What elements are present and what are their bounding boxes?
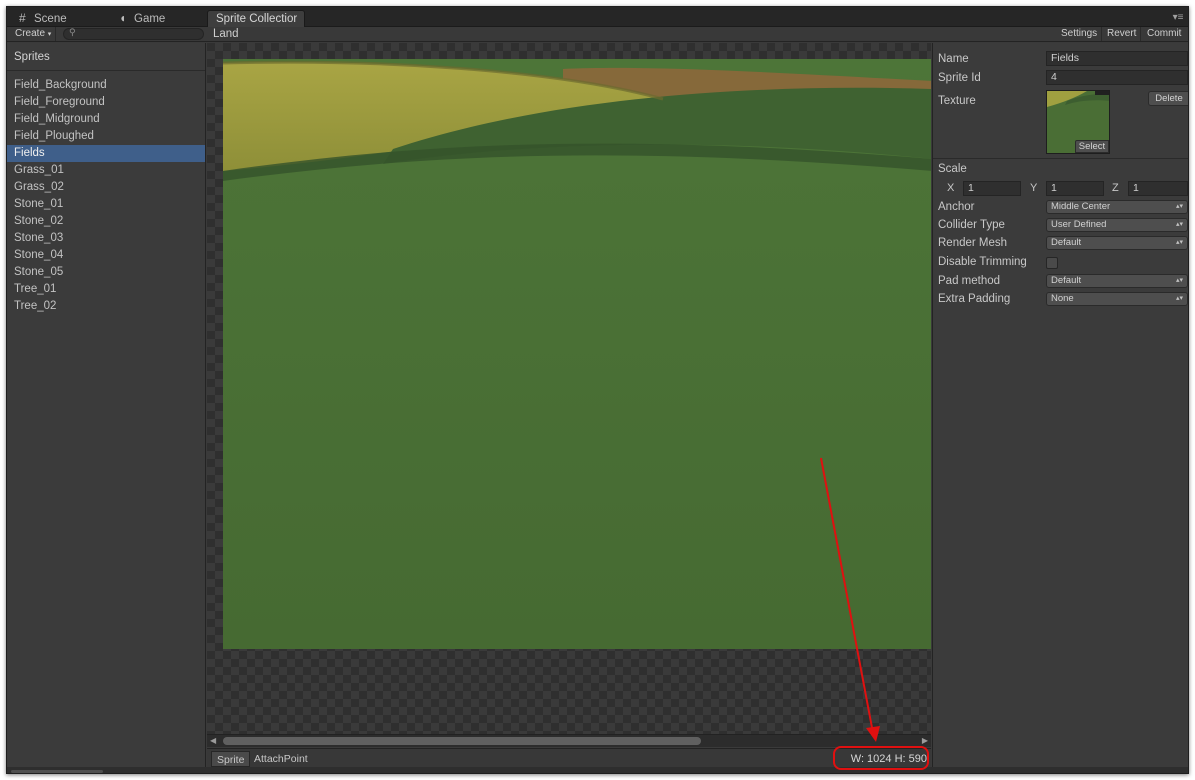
sprite-image [223, 59, 931, 649]
pad-method-row: Pad method Default ▴▾ [938, 273, 1188, 290]
tab-scene[interactable]: # Scene [11, 10, 101, 27]
scale-x-field[interactable]: 1 [963, 181, 1021, 196]
pacman-icon: ◖ [119, 11, 127, 25]
inspector-panel: Name Fields Sprite Id 4 Texture Select D… [932, 43, 1188, 773]
render-mesh-label: Render Mesh [938, 237, 1008, 249]
select-texture-button[interactable]: Select [1075, 140, 1109, 153]
anchor-row: Anchor Middle Center ▴▾ [938, 199, 1188, 216]
dropdown-arrows-icon: ▴▾ [1175, 295, 1183, 302]
scale-x-label: X [947, 182, 955, 194]
sprite-list: Field_Background Field_Foreground Field_Mi… [7, 77, 205, 315]
sprite-list-item[interactable]: Fields [7, 145, 205, 162]
texture-thumbnail[interactable]: Select [1046, 90, 1110, 154]
sprites-panel: Sprites Field_Background Field_Foreground… [7, 43, 206, 773]
divider [933, 158, 1188, 159]
extra-padding-dropdown[interactable]: None ▴▾ [1046, 292, 1188, 306]
dropdown-arrows-icon: ▴▾ [1175, 277, 1183, 284]
delete-button[interactable]: Delete [1148, 91, 1188, 106]
disable-trimming-checkbox[interactable] [1046, 257, 1058, 269]
sprite-id-field[interactable]: 4 [1046, 70, 1188, 85]
name-row: Name Fields [938, 51, 1188, 68]
dropdown-arrows-icon: ▴▾ [1175, 221, 1183, 228]
anchor-dropdown[interactable]: Middle Center ▴▾ [1046, 200, 1188, 214]
sprite-id-row: Sprite Id 4 [938, 70, 1188, 87]
extra-padding-row: Extra Padding None ▴▾ [938, 291, 1188, 308]
sprite-preview[interactable] [207, 43, 931, 743]
render-mesh-dropdown[interactable]: Default ▴▾ [1046, 236, 1188, 250]
sprite-id-label: Sprite Id [938, 72, 981, 84]
breadcrumb: Land [213, 28, 239, 40]
chevron-down-icon: ▾ [47, 31, 52, 38]
sprite-list-item[interactable]: Grass_01 [7, 162, 205, 179]
tab-sprite[interactable]: Sprite [211, 751, 251, 767]
scale-z-field[interactable]: 1 [1128, 181, 1188, 196]
scroll-left-icon[interactable]: ◀ [210, 735, 216, 747]
tab-menu-icon[interactable]: ▾≡ [1171, 13, 1185, 23]
dropdown-arrows-icon: ▴▾ [1175, 239, 1183, 246]
name-field[interactable]: Fields [1046, 51, 1188, 66]
preview-bottom-bar: Sprite AttachPoint W: 1024 H: 590 [207, 748, 931, 767]
anchor-label: Anchor [938, 201, 975, 213]
toolbar: Create ▾ ⚲ Land Settings Revert Commit [7, 27, 1188, 42]
sprite-list-item[interactable]: Stone_02 [7, 213, 205, 230]
sprites-header: Sprites [7, 43, 205, 71]
horizontal-scrollbar[interactable]: ◀ ▶ [207, 734, 931, 747]
scale-y-field[interactable]: 1 [1046, 181, 1104, 196]
sprite-list-item[interactable]: Tree_01 [7, 281, 205, 298]
sprite-list-item[interactable]: Stone_04 [7, 247, 205, 264]
search-icon: ⚲ [69, 27, 76, 37]
tab-attachpoint[interactable]: AttachPoint [249, 751, 313, 767]
sprite-list-item[interactable]: Grass_02 [7, 179, 205, 196]
search-input[interactable]: ⚲ [63, 27, 204, 40]
scale-label: Scale [938, 163, 967, 175]
scrollbar-thumb[interactable] [223, 737, 701, 745]
scale-z-label: Z [1112, 182, 1119, 194]
sprite-list-item[interactable]: Stone_03 [7, 230, 205, 247]
tab-game[interactable]: ◖ Game [111, 10, 201, 27]
settings-button[interactable]: Settings [1057, 27, 1103, 41]
pad-method-label: Pad method [938, 275, 1001, 287]
name-label: Name [938, 53, 969, 65]
disable-trimming-row: Disable Trimming [938, 254, 1188, 271]
scale-y-label: Y [1030, 182, 1038, 194]
collider-type-dropdown[interactable]: User Defined ▴▾ [1046, 218, 1188, 232]
dropdown-arrows-icon: ▴▾ [1175, 203, 1183, 210]
grid-icon: # [19, 11, 26, 25]
extra-padding-label: Extra Padding [938, 293, 1011, 305]
sprite-list-item[interactable]: Stone_05 [7, 264, 205, 281]
sprite-list-item[interactable]: Field_Background [7, 77, 205, 94]
scale-fields-row: X 1 Y 1 Z 1 [938, 180, 1188, 197]
revert-button[interactable]: Revert [1103, 27, 1142, 41]
window-footer [7, 767, 1188, 773]
footer-handle [11, 770, 103, 773]
sprite-list-item[interactable]: Field_Foreground [7, 94, 205, 111]
render-mesh-row: Render Mesh Default ▴▾ [938, 235, 1188, 252]
commit-button[interactable]: Commit [1143, 27, 1185, 41]
texture-label: Texture [938, 95, 976, 107]
sprite-list-item[interactable]: Stone_01 [7, 196, 205, 213]
sprite-collection-window: # Scene ◖ Game Sprite Collectior ▾≡ Create… [6, 6, 1189, 774]
scale-row: Scale [938, 161, 1188, 178]
dimensions-readout: W: 1024 H: 590 [850, 753, 927, 765]
disable-trimming-label: Disable Trimming [938, 256, 1027, 268]
collider-row: Collider Type User Defined ▴▾ [938, 217, 1188, 234]
tab-sprite-collection[interactable]: Sprite Collectior [207, 10, 305, 27]
texture-row: Texture Select Delete [938, 90, 1188, 159]
scroll-right-icon[interactable]: ▶ [922, 735, 928, 747]
sprite-list-item[interactable]: Tree_02 [7, 298, 205, 315]
sprite-list-item[interactable]: Field_Midground [7, 111, 205, 128]
collider-type-label: Collider Type [938, 219, 1005, 231]
tab-strip: # Scene ◖ Game Sprite Collectior ▾≡ [7, 7, 1188, 27]
sprite-list-item[interactable]: Field_Ploughed [7, 128, 205, 145]
pad-method-dropdown[interactable]: Default ▴▾ [1046, 274, 1188, 288]
create-button[interactable]: Create ▾ [11, 27, 57, 41]
